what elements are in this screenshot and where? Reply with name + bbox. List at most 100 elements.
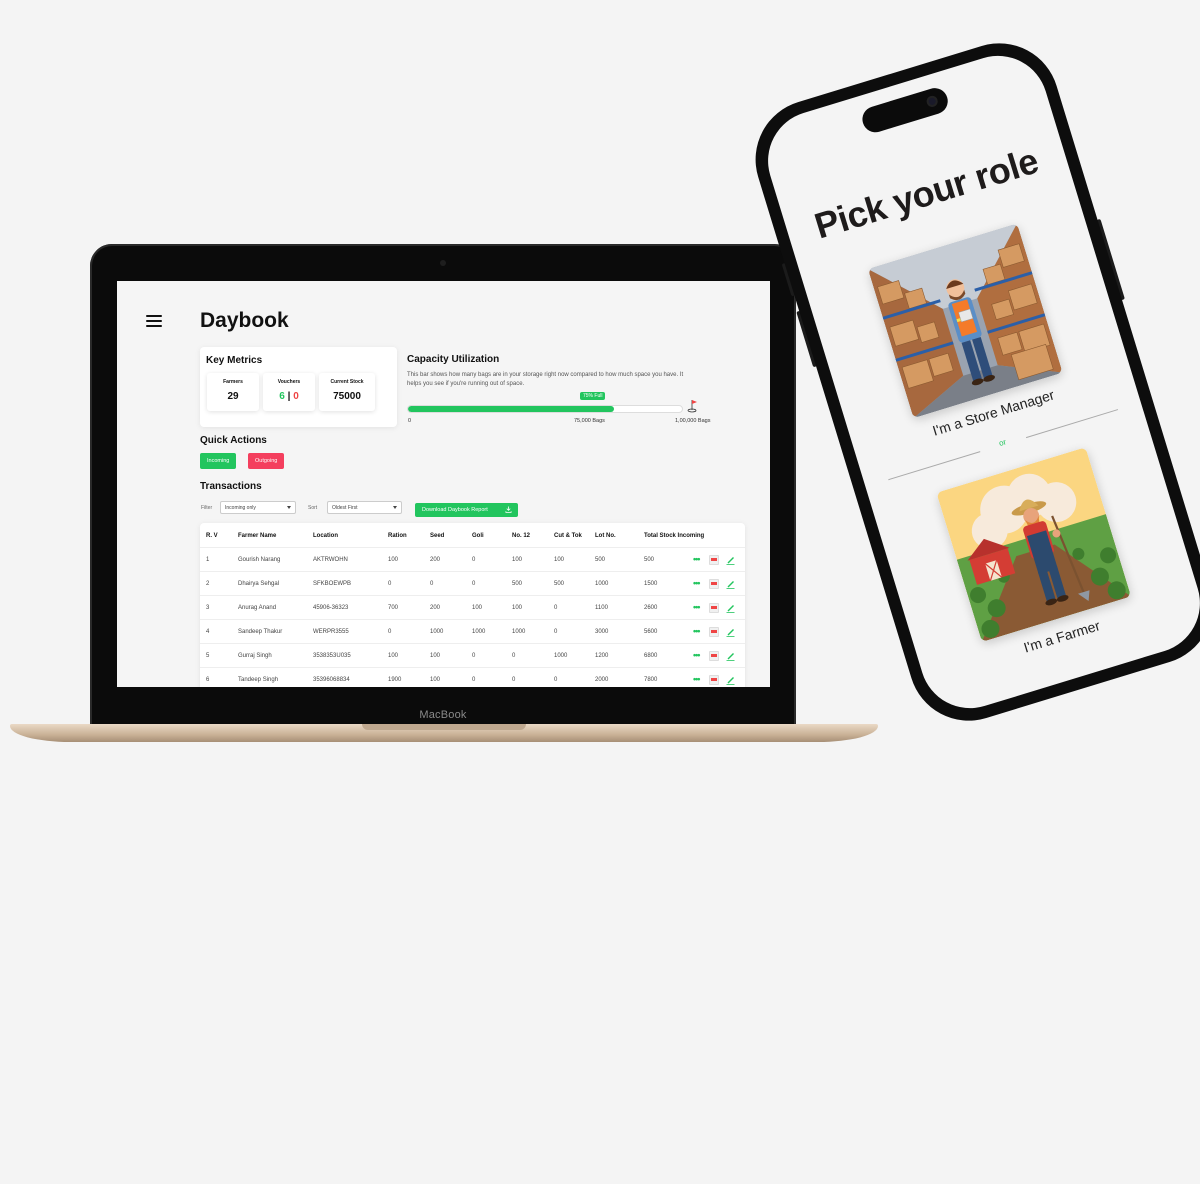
column-header: Lot No. [595,533,616,539]
edit-icon[interactable] [726,651,735,661]
more-options-icon[interactable]: ••• [693,651,701,661]
metric-farmers-value: 29 [227,391,239,402]
table-cell: 0 [554,677,558,683]
flag-icon [687,400,697,413]
laptop: Daybook Key Metrics Farmers 29 Vouchers … [90,244,796,728]
table-cell: 200 [430,605,441,611]
farmer-illustration [936,447,1132,642]
laptop-brand: MacBook [419,709,467,721]
more-options-icon[interactable]: ••• [693,603,701,613]
table-cell: 500 [644,557,655,563]
edit-icon[interactable] [726,555,735,565]
sort-label: Sort [308,505,318,511]
edit-icon[interactable] [726,627,735,637]
table-cell: 100 [512,557,523,563]
table-cell: 500 [554,581,565,587]
metric-farmers: Farmers 29 [207,373,259,411]
table-cell: 500 [512,581,523,587]
table-cell: 100 [388,557,399,563]
sort-select-value: Oldest First [332,505,358,511]
pdf-icon[interactable] [709,579,719,589]
filter-label: Filter [201,505,213,511]
capacity-bar-fill [408,406,614,412]
table-cell: 100 [430,677,441,683]
capacity-bar [407,405,683,413]
table-cell: 1500 [644,581,658,587]
table-cell: 0 [512,677,516,683]
table-row[interactable]: 2 Dhairya Sehgal SFKBOEWPB 0 0 0 500 500 1000 150… [200,571,745,595]
table-row[interactable]: 5 Gurraj Singh 3538353U035 100 100 0 0 1000 1200… [200,643,745,667]
table-cell: 0 [512,653,516,659]
divider-line [1025,409,1119,439]
metric-current-stock: Current Stock 75000 [319,373,375,411]
pdf-icon[interactable] [709,651,719,661]
more-options-icon[interactable]: ••• [693,555,701,565]
column-header: Total Stock Incoming [644,533,705,539]
table-cell: 1000 [430,629,444,635]
edit-icon[interactable] [726,675,735,685]
table-cell: 0 [430,581,434,587]
table-cell: 0 [554,605,558,611]
vouchers-outgoing: 0 [293,391,299,402]
stage: Daybook Key Metrics Farmers 29 Vouchers … [0,0,1200,1184]
table-cell: 100 [430,653,441,659]
page-title: Daybook [200,309,289,332]
edit-icon[interactable] [726,603,735,613]
key-metrics-card: Key Metrics Farmers 29 Vouchers 6 | 0 Cu… [200,347,397,427]
table-cell: 0 [388,581,392,587]
table-cell: 3000 [595,629,609,635]
more-options-icon[interactable]: ••• [693,675,701,685]
metric-farmers-label: Farmers [223,379,243,385]
pdf-icon[interactable] [709,675,719,685]
sort-select[interactable]: Oldest First [327,501,402,514]
table-row[interactable]: 6 Tandeep Singh 35396068834 1900 100 0 0 0 2000 7… [200,667,745,687]
column-header: Location [313,533,338,539]
pdf-icon[interactable] [709,555,719,565]
phone: Pick your role I'm a Store Manager or I'… [740,28,1200,736]
column-header: Ration [388,533,407,539]
farmer-card[interactable] [936,447,1132,642]
menu-icon[interactable] [146,315,162,327]
pdf-icon[interactable] [709,603,719,613]
filter-select[interactable]: Incoming only [220,501,296,514]
table-cell: Gourish Narang [238,557,281,563]
table-cell: 100 [554,557,565,563]
table-row[interactable]: 4 Sandeep Thakur WERPR3555 0 1000 1000 1000 0 30… [200,619,745,643]
store-manager-illustration [867,223,1063,419]
filter-select-value: Incoming only [225,505,256,511]
table-cell: 1100 [595,605,608,611]
table-cell: 700 [388,605,399,611]
capacity-tick-max: 1,00,000 Bags [675,418,711,424]
table-cell: SFKBOEWPB [313,581,352,587]
more-options-icon[interactable]: ••• [693,627,701,637]
incoming-button[interactable]: Incoming [200,453,237,469]
edit-icon[interactable] [726,579,735,589]
capacity-tick-start: 0 [408,418,412,424]
table-cell: AKTRWOHN [313,557,348,563]
key-metrics-title: Key Metrics [206,355,263,366]
store-manager-card[interactable] [867,223,1063,419]
column-header: Farmer Name [238,533,277,539]
column-header: Seed [430,533,445,539]
table-cell: 100 [388,653,399,659]
metric-vouchers: Vouchers 6 | 0 [263,373,315,411]
download-report-button[interactable]: Download Daybook Report [415,503,518,517]
table-cell: WERPR3555 [313,629,349,635]
table-cell: 35396068834 [313,677,350,683]
more-options-icon[interactable]: ••• [693,579,701,589]
table-row[interactable]: 3 Anurag Anand 45906-36323 700 200 100 100 0 110… [200,595,745,619]
table-cell: 45906-36323 [313,605,349,611]
pdf-icon[interactable] [709,627,719,637]
table-cell: 5 [206,653,210,659]
outgoing-button[interactable]: Outgoing [248,453,285,469]
phone-body: Pick your role I'm a Store Manager or I'… [740,28,1200,736]
table-cell: Sandeep Thakur [238,629,283,635]
table-row[interactable]: 1 Gourish Narang AKTRWOHN 100 200 0 100 100 500 5… [200,547,745,571]
table-cell: 1 [206,557,210,563]
table-cell: 1200 [595,653,609,659]
table-cell: 7800 [644,677,658,683]
table-cell: 1000 [595,581,609,587]
laptop-camera [440,260,446,266]
laptop-screen: Daybook Key Metrics Farmers 29 Vouchers … [117,281,770,687]
dynamic-island [859,84,951,136]
